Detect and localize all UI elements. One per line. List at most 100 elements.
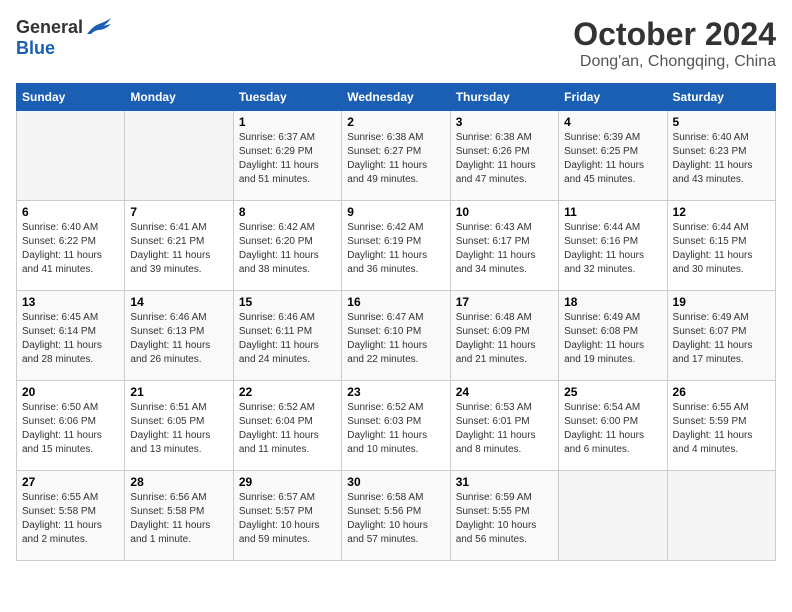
logo-general-text: General [16, 17, 83, 38]
weekday-header-friday: Friday [559, 84, 667, 111]
weekday-header-tuesday: Tuesday [233, 84, 341, 111]
page-header: General Blue October 2024 Dong'an, Chong… [16, 16, 776, 71]
day-number: 7 [130, 205, 227, 219]
weekday-header-sunday: Sunday [17, 84, 125, 111]
calendar-cell: 5 Sunrise: 6:40 AM Sunset: 6:23 PM Daylig… [667, 111, 775, 201]
calendar-cell: 31 Sunrise: 6:59 AM Sunset: 5:55 PM Dayli… [450, 471, 558, 561]
day-info: Sunrise: 6:40 AM Sunset: 6:22 PM Dayligh… [22, 221, 119, 277]
month-title: October 2024 [573, 16, 776, 53]
day-info: Sunrise: 6:53 AM Sunset: 6:01 PM Dayligh… [456, 401, 553, 457]
day-info: Sunrise: 6:57 AM Sunset: 5:57 PM Dayligh… [239, 491, 336, 547]
weekday-header-row: SundayMondayTuesdayWednesdayThursdayFrid… [17, 84, 776, 111]
day-number: 6 [22, 205, 119, 219]
calendar-week-row: 27 Sunrise: 6:55 AM Sunset: 5:58 PM Dayli… [17, 471, 776, 561]
day-info: Sunrise: 6:37 AM Sunset: 6:29 PM Dayligh… [239, 131, 336, 187]
day-number: 27 [22, 475, 119, 489]
day-info: Sunrise: 6:50 AM Sunset: 6:06 PM Dayligh… [22, 401, 119, 457]
day-info: Sunrise: 6:40 AM Sunset: 6:23 PM Dayligh… [673, 131, 770, 187]
day-number: 26 [673, 385, 770, 399]
day-info: Sunrise: 6:44 AM Sunset: 6:15 PM Dayligh… [673, 221, 770, 277]
day-number: 12 [673, 205, 770, 219]
weekday-header-wednesday: Wednesday [342, 84, 450, 111]
calendar-cell: 12 Sunrise: 6:44 AM Sunset: 6:15 PM Dayli… [667, 201, 775, 291]
day-number: 2 [347, 115, 444, 129]
day-number: 11 [564, 205, 661, 219]
calendar-cell: 1 Sunrise: 6:37 AM Sunset: 6:29 PM Daylig… [233, 111, 341, 201]
day-number: 20 [22, 385, 119, 399]
day-info: Sunrise: 6:49 AM Sunset: 6:08 PM Dayligh… [564, 311, 661, 367]
day-info: Sunrise: 6:52 AM Sunset: 6:03 PM Dayligh… [347, 401, 444, 457]
location-text: Dong'an, Chongqing, China [573, 53, 776, 71]
day-info: Sunrise: 6:42 AM Sunset: 6:19 PM Dayligh… [347, 221, 444, 277]
day-number: 24 [456, 385, 553, 399]
day-info: Sunrise: 6:38 AM Sunset: 6:26 PM Dayligh… [456, 131, 553, 187]
calendar-cell [667, 471, 775, 561]
day-info: Sunrise: 6:54 AM Sunset: 6:00 PM Dayligh… [564, 401, 661, 457]
calendar-cell: 18 Sunrise: 6:49 AM Sunset: 6:08 PM Dayli… [559, 291, 667, 381]
calendar-cell: 21Sunrise: 6:51 AM Sunset: 6:05 PM Dayli… [125, 381, 233, 471]
weekday-header-monday: Monday [125, 84, 233, 111]
calendar-cell: 10 Sunrise: 6:43 AM Sunset: 6:17 PM Dayli… [450, 201, 558, 291]
day-info: Sunrise: 6:47 AM Sunset: 6:10 PM Dayligh… [347, 311, 444, 367]
day-number: 19 [673, 295, 770, 309]
calendar-cell: 16 Sunrise: 6:47 AM Sunset: 6:10 PM Dayli… [342, 291, 450, 381]
calendar-cell: 23 Sunrise: 6:52 AM Sunset: 6:03 PM Dayli… [342, 381, 450, 471]
calendar-week-row: 20 Sunrise: 6:50 AM Sunset: 6:06 PM Dayli… [17, 381, 776, 471]
day-info: Sunrise: 6:46 AM Sunset: 6:13 PM Dayligh… [130, 311, 227, 367]
day-number: 18 [564, 295, 661, 309]
day-info: Sunrise: 6:42 AM Sunset: 6:20 PM Dayligh… [239, 221, 336, 277]
calendar-cell: 22Sunrise: 6:52 AM Sunset: 6:04 PM Dayli… [233, 381, 341, 471]
day-number: 1 [239, 115, 336, 129]
calendar-week-row: 1 Sunrise: 6:37 AM Sunset: 6:29 PM Daylig… [17, 111, 776, 201]
calendar-cell: 4Sunrise: 6:39 AM Sunset: 6:25 PM Daylig… [559, 111, 667, 201]
calendar-cell: 15 Sunrise: 6:46 AM Sunset: 6:11 PM Dayli… [233, 291, 341, 381]
calendar-cell: 25 Sunrise: 6:54 AM Sunset: 6:00 PM Dayli… [559, 381, 667, 471]
day-number: 31 [456, 475, 553, 489]
calendar-cell: 8Sunrise: 6:42 AM Sunset: 6:20 PM Daylig… [233, 201, 341, 291]
calendar-cell: 29 Sunrise: 6:57 AM Sunset: 5:57 PM Dayli… [233, 471, 341, 561]
day-info: Sunrise: 6:56 AM Sunset: 5:58 PM Dayligh… [130, 491, 227, 547]
day-info: Sunrise: 6:46 AM Sunset: 6:11 PM Dayligh… [239, 311, 336, 367]
calendar-cell: 19Sunrise: 6:49 AM Sunset: 6:07 PM Dayli… [667, 291, 775, 381]
calendar-cell: 30 Sunrise: 6:58 AM Sunset: 5:56 PM Dayli… [342, 471, 450, 561]
day-info: Sunrise: 6:38 AM Sunset: 6:27 PM Dayligh… [347, 131, 444, 187]
calendar-cell: 7 Sunrise: 6:41 AM Sunset: 6:21 PM Daylig… [125, 201, 233, 291]
day-number: 29 [239, 475, 336, 489]
day-number: 21 [130, 385, 227, 399]
calendar-week-row: 6 Sunrise: 6:40 AM Sunset: 6:22 PM Daylig… [17, 201, 776, 291]
day-number: 3 [456, 115, 553, 129]
title-section: October 2024 Dong'an, Chongqing, China [573, 16, 776, 71]
day-number: 30 [347, 475, 444, 489]
calendar-cell: 24 Sunrise: 6:53 AM Sunset: 6:01 PM Dayli… [450, 381, 558, 471]
day-number: 28 [130, 475, 227, 489]
day-number: 14 [130, 295, 227, 309]
calendar-week-row: 13 Sunrise: 6:45 AM Sunset: 6:14 PM Dayli… [17, 291, 776, 381]
calendar-cell: 13 Sunrise: 6:45 AM Sunset: 6:14 PM Dayli… [17, 291, 125, 381]
day-number: 17 [456, 295, 553, 309]
day-number: 16 [347, 295, 444, 309]
weekday-header-saturday: Saturday [667, 84, 775, 111]
logo-bird-icon [85, 16, 113, 38]
day-number: 13 [22, 295, 119, 309]
day-info: Sunrise: 6:59 AM Sunset: 5:55 PM Dayligh… [456, 491, 553, 547]
day-number: 10 [456, 205, 553, 219]
calendar-cell [559, 471, 667, 561]
calendar-table: SundayMondayTuesdayWednesdayThursdayFrid… [16, 83, 776, 561]
day-info: Sunrise: 6:41 AM Sunset: 6:21 PM Dayligh… [130, 221, 227, 277]
day-number: 23 [347, 385, 444, 399]
calendar-cell: 27 Sunrise: 6:55 AM Sunset: 5:58 PM Dayli… [17, 471, 125, 561]
day-number: 5 [673, 115, 770, 129]
day-info: Sunrise: 6:39 AM Sunset: 6:25 PM Dayligh… [564, 131, 661, 187]
calendar-cell: 11Sunrise: 6:44 AM Sunset: 6:16 PM Dayli… [559, 201, 667, 291]
day-info: Sunrise: 6:43 AM Sunset: 6:17 PM Dayligh… [456, 221, 553, 277]
day-number: 25 [564, 385, 661, 399]
day-info: Sunrise: 6:58 AM Sunset: 5:56 PM Dayligh… [347, 491, 444, 547]
day-info: Sunrise: 6:52 AM Sunset: 6:04 PM Dayligh… [239, 401, 336, 457]
calendar-cell [125, 111, 233, 201]
logo-blue-text: Blue [16, 38, 55, 59]
day-number: 15 [239, 295, 336, 309]
calendar-cell: 20 Sunrise: 6:50 AM Sunset: 6:06 PM Dayli… [17, 381, 125, 471]
day-info: Sunrise: 6:48 AM Sunset: 6:09 PM Dayligh… [456, 311, 553, 367]
day-info: Sunrise: 6:45 AM Sunset: 6:14 PM Dayligh… [22, 311, 119, 367]
day-info: Sunrise: 6:55 AM Sunset: 5:58 PM Dayligh… [22, 491, 119, 547]
